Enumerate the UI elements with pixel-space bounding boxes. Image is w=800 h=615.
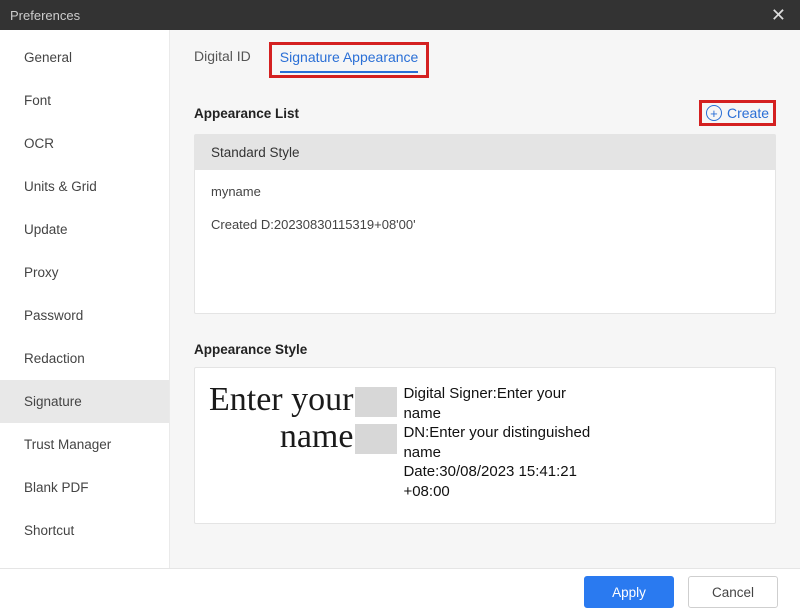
signer-line: Digital Signer:Enter your name [403,384,603,423]
create-button[interactable]: + Create [706,105,769,121]
footer: Apply Cancel [0,568,800,615]
sidebar-item-ocr[interactable]: OCR [0,122,169,165]
placeholder-box [355,387,397,417]
sidebar-item-proxy[interactable]: Proxy [0,251,169,294]
sidebar-item-trust-manager[interactable]: Trust Manager [0,423,169,466]
titlebar: Preferences ✕ [0,0,800,30]
sidebar-item-units-grid[interactable]: Units & Grid [0,165,169,208]
sidebar: General Font OCR Units & Grid Update Pro… [0,30,170,568]
sidebar-item-general[interactable]: General [0,36,169,79]
sidebar-item-update[interactable]: Update [0,208,169,251]
sidebar-item-font[interactable]: Font [0,79,169,122]
sidebar-item-signature[interactable]: Signature [0,380,169,423]
window-title: Preferences [10,8,80,23]
tabs: Digital ID Signature Appearance [194,48,776,78]
appearance-item-created: Created D:20230830115319+08'00' [211,217,759,232]
create-label: Create [727,105,769,121]
dn-line: DN:Enter your distinguished name [403,423,603,462]
sidebar-item-redaction[interactable]: Redaction [0,337,169,380]
sidebar-item-shortcut[interactable]: Shortcut [0,509,169,552]
appearance-list-panel: Standard Style myname Created D:20230830… [194,134,776,314]
tab-signature-appearance[interactable]: Signature Appearance [280,49,419,73]
appearance-style-panel: Enter your name Digital Signer:Enter you… [194,367,776,524]
appearance-list-header[interactable]: Standard Style [195,135,775,170]
placeholder-box [355,424,397,454]
appearance-item-name[interactable]: myname [211,184,759,199]
sidebar-item-password[interactable]: Password [0,294,169,337]
main-content: Digital ID Signature Appearance Appearan… [170,30,800,568]
date-line: Date:30/08/2023 15:41:21 +08:00 [403,462,603,501]
style-preview-name: Enter your name [209,382,397,455]
close-icon[interactable]: ✕ [767,5,790,26]
appearance-list-body: myname Created D:20230830115319+08'00' [195,170,775,246]
highlight-create: + Create [699,100,776,126]
cancel-button[interactable]: Cancel [688,576,778,608]
highlight-signature-appearance: Signature Appearance [269,42,430,78]
plus-circle-icon: + [706,105,722,121]
appearance-list-title: Appearance List [194,106,299,121]
sidebar-item-blank-pdf[interactable]: Blank PDF [0,466,169,509]
style-preview-details: Digital Signer:Enter your name DN:Enter … [403,382,603,501]
appearance-style-title: Appearance Style [194,342,776,357]
apply-button[interactable]: Apply [584,576,674,608]
tab-digital-id[interactable]: Digital ID [194,48,251,70]
